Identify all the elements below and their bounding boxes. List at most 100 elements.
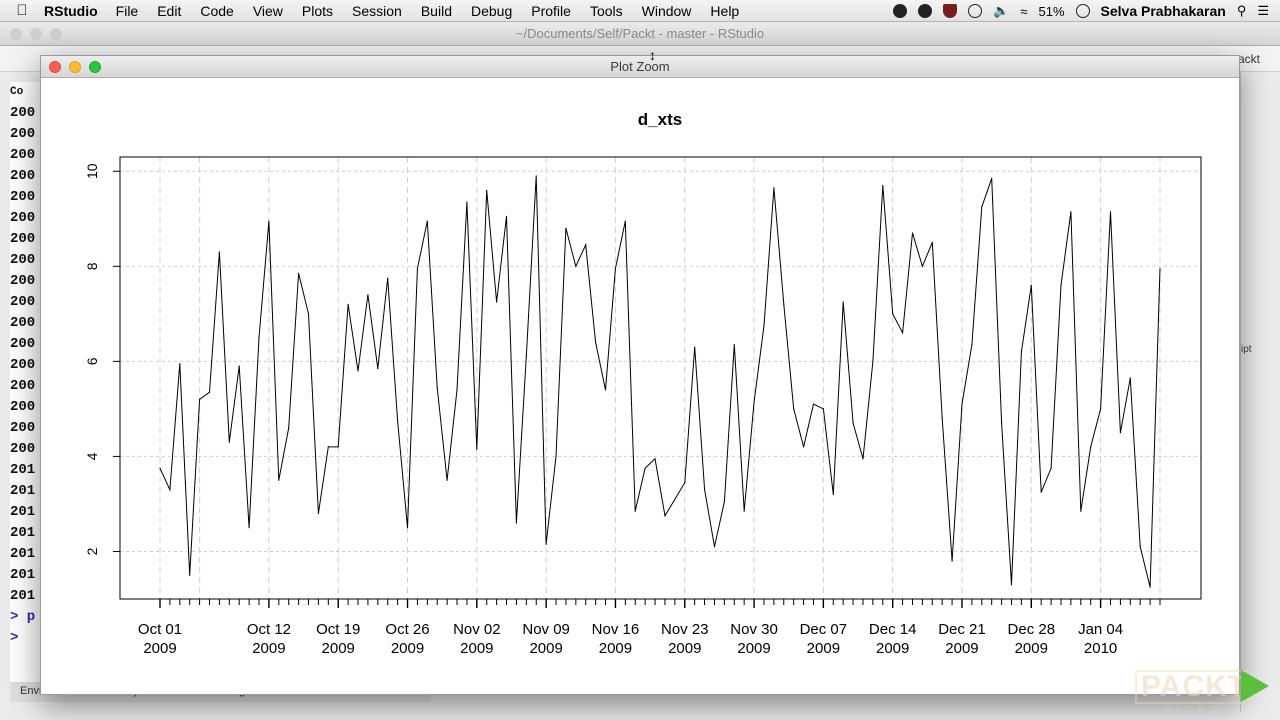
plot-zoom-window: Plot Zoom d_xts 2 4 6 8 10 Oct 01 2009 Oct 12 2… — [40, 55, 1240, 695]
data-point — [337, 446, 339, 448]
data-point — [406, 527, 409, 529]
data-point — [505, 215, 508, 217]
data-point — [565, 227, 567, 229]
data-point — [1149, 586, 1151, 588]
data-point — [1159, 268, 1161, 270]
x-tick-year: 2009 — [876, 640, 909, 657]
y-tick-label: 6 — [84, 357, 100, 365]
data-points — [159, 175, 1161, 588]
data-point — [525, 356, 527, 358]
x-tick-label: Dec 21 — [938, 621, 986, 638]
data-point — [238, 365, 240, 367]
x-tick-year: 2009 — [252, 640, 285, 657]
x-tick-year: 2009 — [322, 640, 355, 657]
data-point — [1109, 211, 1112, 213]
x-tick-year: 2009 — [391, 640, 424, 657]
data-point — [298, 272, 300, 274]
x-tick-year: 2009 — [460, 640, 493, 657]
x-tick-label: Dec 07 — [800, 621, 848, 638]
data-point — [644, 467, 646, 469]
data-point — [159, 467, 161, 469]
data-point — [951, 560, 953, 562]
x-tick-label: Oct 12 — [247, 621, 291, 638]
data-point — [832, 493, 834, 495]
data-point — [248, 527, 250, 529]
data-point — [1139, 546, 1141, 548]
x-tick-year: 2010 — [1084, 640, 1117, 657]
y-tick-label: 10 — [84, 163, 100, 179]
y-tick-label: 4 — [84, 452, 100, 460]
data-point — [902, 332, 904, 334]
x-tick-label: Nov 02 — [453, 621, 501, 638]
data-point — [634, 510, 636, 512]
data-point — [723, 501, 726, 503]
data-point — [783, 303, 785, 305]
data-point — [911, 232, 914, 234]
y-tick-label: 2 — [84, 547, 100, 555]
x-tick-label: Nov 23 — [661, 621, 709, 638]
data-point — [545, 543, 547, 545]
data-point — [664, 515, 666, 517]
data-point — [496, 301, 498, 303]
packt-video-logo: PACKT VIDEO — [1135, 668, 1275, 716]
x-tick-year: 2009 — [1015, 640, 1048, 657]
series-line — [159, 175, 1161, 588]
data-point — [822, 408, 825, 410]
data-point — [773, 187, 775, 189]
data-point — [535, 175, 537, 177]
data-point — [426, 220, 428, 222]
data-point — [397, 420, 399, 422]
data-point — [456, 389, 458, 391]
data-point — [1129, 377, 1131, 379]
data-point — [585, 244, 587, 246]
data-point — [931, 241, 933, 244]
data-point — [466, 201, 468, 203]
line-chart: d_xts 2 4 6 8 10 Oct 01 2009 Oct 12 2009 Oct 19 2… — [84, 110, 1202, 657]
x-tick-label: Nov 30 — [730, 621, 778, 638]
data-point — [1040, 491, 1042, 493]
data-point — [981, 206, 983, 208]
data-point — [1070, 211, 1072, 213]
chart-title: d_xts — [638, 110, 682, 129]
x-tick-label: Dec 28 — [1008, 621, 1056, 638]
data-point — [367, 294, 369, 296]
data-point — [258, 337, 260, 339]
x-tick-year: 2009 — [668, 640, 701, 657]
data-point — [1050, 467, 1052, 469]
y-tick-label: 8 — [84, 262, 100, 270]
data-point — [575, 265, 577, 267]
data-point — [674, 498, 676, 500]
data-point — [278, 479, 280, 481]
data-point — [941, 417, 943, 419]
data-point — [555, 455, 557, 457]
data-point — [842, 301, 844, 303]
data-point — [377, 367, 379, 370]
data-point — [852, 422, 854, 424]
data-point — [327, 446, 329, 448]
x-tick-label: Dec 14 — [869, 621, 917, 638]
data-point — [872, 360, 874, 362]
x-tick-label: Oct 19 — [316, 621, 360, 638]
data-point — [169, 489, 171, 491]
data-point — [1030, 284, 1032, 286]
plot-frame — [119, 156, 1202, 600]
data-point — [268, 220, 270, 222]
data-point — [614, 268, 617, 270]
data-point — [189, 574, 191, 576]
data-point — [793, 408, 795, 410]
data-point — [1020, 351, 1023, 353]
data-point — [624, 220, 626, 222]
x-tick-label: Jan 04 — [1078, 621, 1123, 638]
data-point — [654, 458, 656, 460]
data-point — [1090, 446, 1092, 448]
data-point — [436, 386, 438, 389]
data-point — [921, 265, 924, 267]
data-point — [486, 189, 488, 191]
data-point — [288, 427, 290, 429]
y-axis: 2 4 6 8 10 — [84, 163, 120, 555]
data-point — [208, 391, 211, 393]
data-point — [704, 489, 706, 491]
data-point — [307, 313, 310, 315]
x-tick-label: Nov 16 — [592, 621, 640, 638]
data-point — [961, 403, 963, 405]
